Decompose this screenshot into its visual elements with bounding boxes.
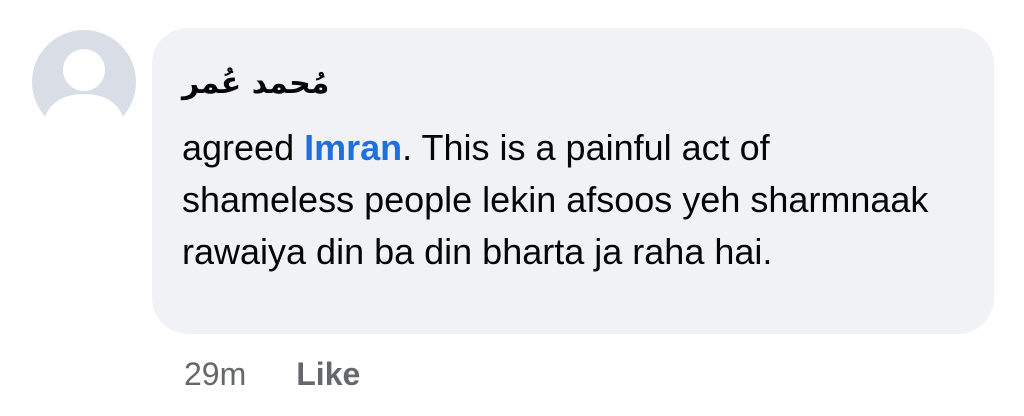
- like-button[interactable]: Like: [296, 356, 360, 393]
- comment-bubble: مُحمد عُمر agreed Imran. This is a painf…: [152, 28, 994, 334]
- comment-actions: 29m Like: [184, 356, 360, 393]
- comment-author-name[interactable]: مُحمد عُمر: [182, 66, 329, 101]
- comment-text: agreed Imran. This is a painful act of s…: [182, 122, 942, 278]
- avatar[interactable]: [32, 30, 136, 134]
- mention-link[interactable]: Imran: [304, 127, 402, 168]
- comment-text-before-mention: agreed: [182, 127, 305, 168]
- default-profile-silhouette-icon: [42, 49, 126, 134]
- comment-timestamp[interactable]: 29m: [184, 356, 246, 393]
